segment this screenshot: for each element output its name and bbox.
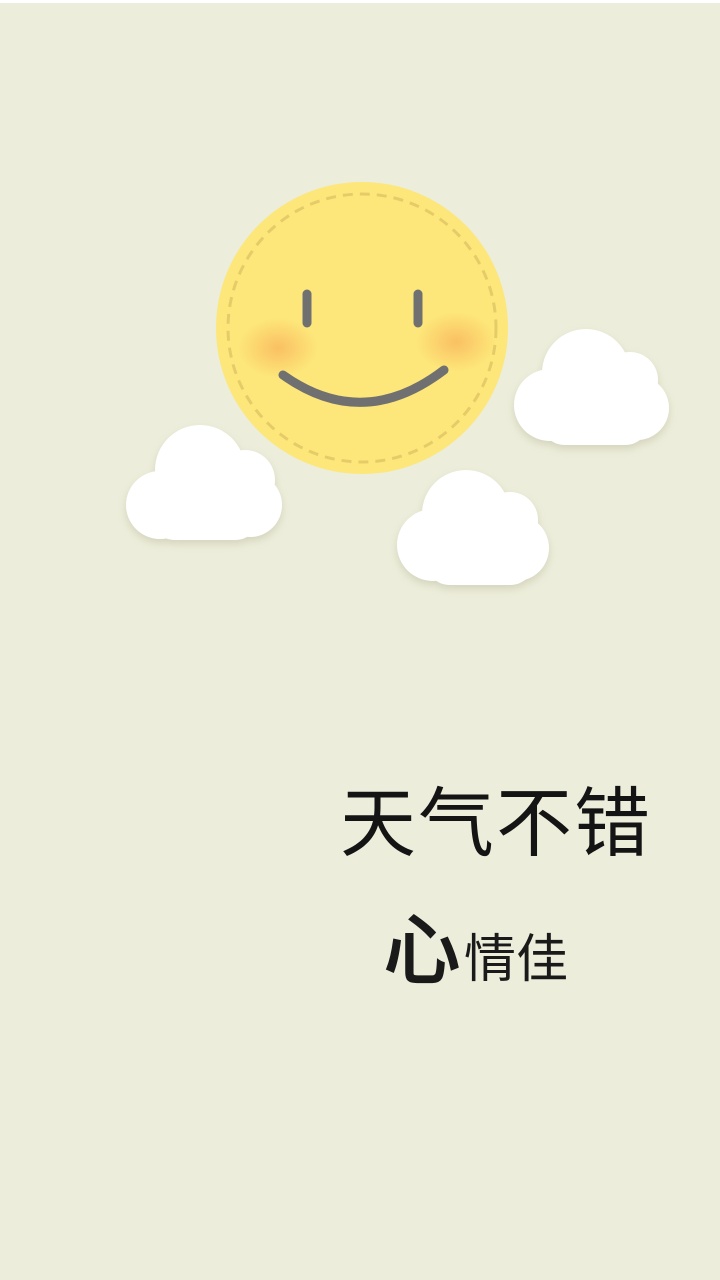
weather-illustration [126,182,669,585]
right-blush [416,312,496,372]
subline-small-chars: 情佳 [464,930,569,990]
cloud-icon [514,329,669,445]
subline-big-char: 心 [384,906,460,995]
subline-text: 心情佳 [384,906,568,996]
headline-text: 天气不错 [340,779,652,868]
cloud-icon [397,470,549,585]
cloud-icon [126,425,282,540]
sun-icon [216,182,508,474]
